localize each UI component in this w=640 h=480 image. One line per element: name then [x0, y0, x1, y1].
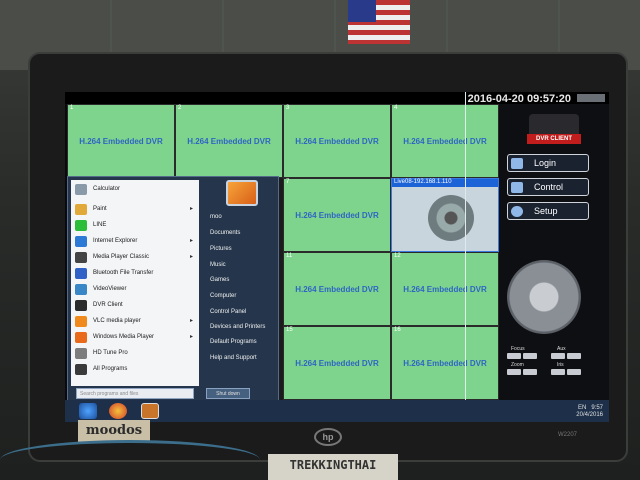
shutdown-button[interactable]: Shut down	[206, 388, 250, 399]
monitor-sticker: moodos	[78, 420, 150, 442]
submenu-arrow-icon: ▸	[189, 334, 193, 340]
submenu-arrow-icon: ▸	[189, 318, 193, 324]
focus-minus-button[interactable]	[507, 353, 521, 359]
start-help-support[interactable]: Help and Support	[210, 355, 257, 361]
paint-icon	[75, 204, 87, 215]
start-program-all-programs[interactable]: All Programs	[71, 362, 199, 377]
hdtune-icon	[75, 348, 87, 359]
focus-label: Focus	[511, 346, 525, 352]
start-search-input[interactable]: Search programs and files	[76, 388, 194, 399]
submenu-arrow-icon: ▸	[189, 206, 193, 212]
start-program-media-player-classic[interactable]: Media Player Classic ▸	[71, 250, 199, 265]
videoviewer-icon	[75, 284, 87, 295]
taskbar: EN 9:57 20/4/2016	[65, 400, 609, 422]
desk-label: TREKKINGTHAI	[268, 454, 398, 480]
clock-date: 20/4/2016	[576, 412, 603, 418]
screen-glare	[465, 92, 466, 402]
start-pictures[interactable]: Pictures	[210, 246, 232, 252]
start-program-vlc-media-player[interactable]: VLC media player ▸	[71, 314, 199, 329]
ie-icon	[75, 236, 87, 247]
iris-plus-button[interactable]	[567, 369, 581, 375]
start-button-icon[interactable]	[79, 403, 97, 419]
camera-cell-12[interactable]: 12 H.264 Embedded DVR	[391, 252, 499, 326]
submenu-arrow-icon: ▸	[189, 238, 193, 244]
start-program-windows-media-player[interactable]: Windows Media Player ▸	[71, 330, 199, 345]
chrome-icon[interactable]	[109, 403, 127, 419]
start-program-dvr-client[interactable]: DVR Client	[71, 298, 199, 313]
iris-label: Iris	[557, 362, 564, 368]
flag-icon	[348, 0, 410, 44]
start-documents[interactable]: Documents	[210, 230, 240, 236]
vlc-icon	[75, 316, 87, 327]
camera-cell-8-live[interactable]: Live08-192.168.1.110	[391, 178, 499, 252]
start-computer[interactable]: Computer	[210, 293, 236, 299]
hp-logo-icon: hp	[314, 428, 342, 446]
submenu-arrow-icon: ▸	[189, 254, 193, 260]
start-menu-programs: Calculator Paint ▸ LINE Internet Explorer ▸ Me…	[71, 180, 199, 386]
control-panel: DVR CLIENT Login Control Setup Focus Aux	[499, 104, 609, 422]
start-menu: Calculator Paint ▸ LINE Internet Explorer ▸ Me…	[67, 176, 279, 402]
start-program-hd-tune-pro[interactable]: HD Tune Pro	[71, 346, 199, 361]
photo-background: 2016-04-20 09:57:20 1 H.264 Embedded DVR…	[0, 0, 640, 480]
camera-cell-4[interactable]: 4 H.264 Embedded DVR	[391, 104, 499, 178]
calculator-icon	[75, 184, 87, 195]
dvr-logo-text: DVR CLIENT	[527, 134, 581, 144]
arrow-right-icon	[75, 364, 87, 375]
zoom-plus-button[interactable]	[523, 369, 537, 375]
aux-minus-button[interactable]	[551, 353, 565, 359]
dvr-client-icon	[75, 300, 87, 311]
screen: 2016-04-20 09:57:20 1 H.264 Embedded DVR…	[65, 92, 609, 422]
bluetooth-icon	[75, 268, 87, 279]
window-controls[interactable]	[577, 94, 605, 102]
monitor-model: W2207	[558, 432, 578, 438]
camera-cell-15[interactable]: 15 H.264 Embedded DVR	[283, 326, 391, 400]
camera-cell-1[interactable]: 1 H.264 Embedded DVR	[67, 104, 175, 178]
start-music[interactable]: Music	[210, 262, 226, 268]
aux-label: Aux	[557, 346, 566, 352]
live-title: Live08-192.168.1.110	[392, 179, 498, 187]
aux-plus-button[interactable]	[567, 353, 581, 359]
camera-cell-3[interactable]: 3 H.264 Embedded DVR	[283, 104, 391, 178]
start-control-panel[interactable]: Control Panel	[210, 309, 246, 315]
start-menu-places: moo Documents Pictures Music Games Compu…	[202, 180, 276, 386]
ptz-direction-pad[interactable]	[507, 260, 581, 334]
start-program-bluetooth-file-transfer[interactable]: Bluetooth File Transfer	[71, 266, 199, 281]
start-program-paint[interactable]: Paint ▸	[71, 202, 199, 217]
monitor-icon	[511, 182, 523, 193]
dvr-client-taskbar-icon[interactable]	[141, 403, 159, 419]
gear-icon	[511, 206, 523, 217]
top-bar: 2016-04-20 09:57:20	[65, 92, 609, 105]
start-program-videoviewer[interactable]: VideoViewer	[71, 282, 199, 297]
start-games[interactable]: Games	[210, 277, 229, 283]
clock-time: 9:57	[591, 405, 603, 411]
wmp-icon	[75, 332, 87, 343]
start-program-line[interactable]: LINE	[71, 218, 199, 233]
zoom-label: Zoom	[511, 362, 524, 368]
camera-feed-image	[428, 195, 474, 241]
focus-plus-button[interactable]	[523, 353, 537, 359]
zoom-minus-button[interactable]	[507, 369, 521, 375]
media-player-icon	[75, 252, 87, 263]
start-devices-printers[interactable]: Devices and Printers	[210, 324, 265, 330]
user-icon	[511, 158, 523, 169]
login-button[interactable]: Login	[507, 154, 589, 172]
camera-cell-11[interactable]: 11 H.264 Embedded DVR	[283, 252, 391, 326]
start-default-programs[interactable]: Default Programs	[210, 339, 257, 345]
cable	[0, 440, 260, 480]
start-user-name[interactable]: moo	[210, 214, 222, 220]
language-indicator: EN	[577, 405, 587, 411]
start-program-calculator[interactable]: Calculator	[71, 182, 199, 197]
line-icon	[75, 220, 87, 231]
system-tray[interactable]: EN 9:57 20/4/2016	[576, 405, 603, 419]
camera-cell-7[interactable]: 7 H.264 Embedded DVR	[283, 178, 391, 252]
user-picture-icon	[226, 180, 258, 206]
camera-cell-16[interactable]: 16 H.264 Embedded DVR	[391, 326, 499, 400]
iris-minus-button[interactable]	[551, 369, 565, 375]
ptz-row-zoom-iris: Zoom Iris	[501, 362, 607, 384]
start-program-internet-explorer[interactable]: Internet Explorer ▸	[71, 234, 199, 249]
camera-cell-2[interactable]: 2 H.264 Embedded DVR	[175, 104, 283, 178]
setup-button[interactable]: Setup	[507, 202, 589, 220]
control-button[interactable]: Control	[507, 178, 589, 196]
